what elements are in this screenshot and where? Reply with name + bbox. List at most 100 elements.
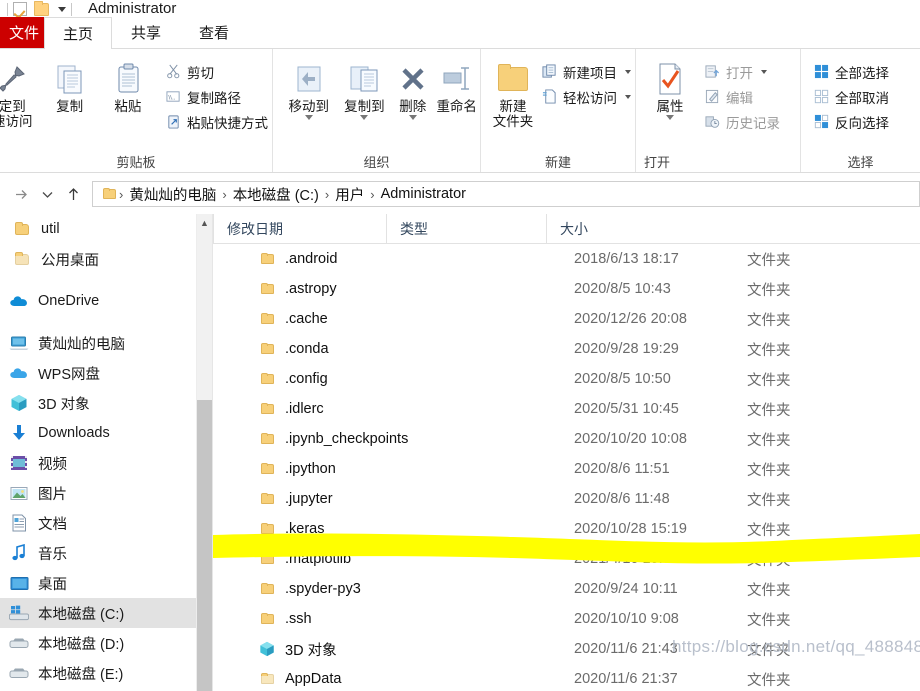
move-to-dropdown-icon[interactable]: [304, 115, 313, 120]
breadcrumb-item-3[interactable]: Administrator: [376, 186, 471, 202]
table-row[interactable]: .spyder-py3 2020/9/24 10:11 文件夹: [213, 574, 920, 604]
table-row[interactable]: .idlerc 2020/5/31 10:45 文件夹: [213, 394, 920, 424]
easy-access-dropdown-icon[interactable]: [625, 94, 631, 99]
open-button[interactable]: 打开: [700, 59, 784, 84]
forward-button[interactable]: [8, 181, 34, 207]
scrollbar-thumb[interactable]: [197, 400, 213, 691]
table-row[interactable]: .conda 2020/9/28 19:29 文件夹: [213, 334, 920, 364]
table-row[interactable]: .keras 2020/10/28 15:19 文件夹: [213, 514, 920, 544]
sidebar-item-local-disk-e[interactable]: 本地磁盘 (E:): [0, 658, 196, 688]
easy-access-button[interactable]: 轻松访问: [537, 84, 635, 109]
table-row[interactable]: .cache 2020/12/26 20:08 文件夹: [213, 304, 920, 334]
wps-cloud-icon: [9, 363, 29, 383]
folder-icon: [258, 340, 276, 358]
address-folder-icon: [103, 188, 116, 199]
up-button[interactable]: [60, 181, 86, 207]
delete-button[interactable]: 删除: [392, 57, 433, 120]
copy-path-button[interactable]: \\.. 复制路径: [161, 84, 272, 109]
easy-access-icon: [541, 88, 558, 105]
table-row[interactable]: .ipynb_checkpoints 2020/10/20 10:08 文件夹: [213, 424, 920, 454]
tab-home[interactable]: 主页: [44, 17, 113, 49]
sidebar-item-this-pc[interactable]: 黄灿灿的电脑: [0, 328, 196, 358]
folder-icon: [258, 580, 276, 598]
delete-dropdown-icon[interactable]: [408, 115, 417, 120]
file-name: 3D 对象: [285, 642, 337, 659]
properties-icon: [654, 59, 686, 99]
breadcrumb-item-0[interactable]: 黄灿灿的电脑: [124, 184, 221, 205]
delete-label: 删除: [399, 99, 427, 114]
file-list[interactable]: .android 2018/6/13 18:17 文件夹 .astropy 20…: [213, 244, 920, 691]
column-header-date[interactable]: 修改日期: [213, 213, 386, 244]
sidebar-item-desktop[interactable]: 桌面: [0, 568, 196, 598]
sidebar-item-wps-cloud[interactable]: WPS网盘: [0, 358, 196, 388]
paste-button[interactable]: 粘贴: [99, 57, 157, 114]
sidebar-item-util[interactable]: util: [0, 214, 196, 244]
file-type: 文件夹: [747, 312, 791, 329]
column-header-size[interactable]: 大小: [546, 213, 726, 244]
new-item-dropdown-icon[interactable]: [625, 69, 631, 74]
sidebar-item-label: 文档: [38, 516, 67, 533]
organize-group-label: 组织: [363, 155, 390, 170]
qat-divider-left: [7, 2, 8, 16]
customize-dropdown-icon[interactable]: [58, 6, 66, 12]
breadcrumb-item-1[interactable]: 本地磁盘 (C:): [228, 184, 324, 205]
copy-to-dropdown-icon[interactable]: [360, 115, 369, 120]
recent-locations-button[interactable]: [34, 181, 60, 207]
edit-button[interactable]: 编辑: [700, 84, 784, 109]
sidebar-item-local-disk-d[interactable]: 本地磁盘 (D:): [0, 628, 196, 658]
folder-icon: [258, 460, 276, 478]
scroll-up-icon[interactable]: ▲: [197, 214, 212, 231]
select-all-button[interactable]: 全部选择: [809, 59, 893, 84]
tab-share[interactable]: 共享: [112, 17, 180, 48]
sidebar-item-documents[interactable]: 文档: [0, 508, 196, 538]
sidebar-item-onedrive[interactable]: OneDrive: [0, 286, 196, 316]
table-row[interactable]: .jupyter 2020/8/6 11:48 文件夹: [213, 484, 920, 514]
open-dropdown-icon[interactable]: [761, 69, 767, 74]
select-none-button[interactable]: 全部取消: [809, 84, 893, 109]
scissors-icon: [165, 63, 182, 80]
pin-to-quick-access-button[interactable]: 定到 速访问: [0, 57, 39, 129]
table-row[interactable]: AppData 2020/11/6 21:37 文件夹: [213, 664, 920, 691]
invert-selection-label: 反向选择: [835, 115, 889, 131]
paste-shortcut-button[interactable]: 粘贴快捷方式: [161, 109, 272, 134]
breadcrumb-item-2[interactable]: 用户: [330, 184, 369, 205]
breadcrumb[interactable]: › 黄灿灿的电脑 › 本地磁盘 (C:) › 用户 › Administrato…: [92, 181, 920, 207]
table-row[interactable]: .matplotlib 2021/4/10 15:35 文件夹: [213, 544, 920, 574]
tab-file[interactable]: 文件: [0, 17, 44, 48]
history-button[interactable]: 历史记录: [700, 109, 784, 134]
file-type: 文件夹: [747, 282, 791, 299]
copy-button[interactable]: 复制: [41, 57, 99, 114]
navigation-pane[interactable]: util 公用桌面 OneDrive 黄灿灿的电脑 WPS网盘 3D 对象 Do…: [0, 214, 196, 691]
copy-label: 复制: [56, 99, 84, 114]
history-icon: [704, 113, 721, 130]
sidebar-item-music[interactable]: 音乐: [0, 538, 196, 568]
new-folder-button[interactable]: 新建 文件夹: [491, 57, 535, 129]
ribbon-group-open: 属性 打开 编辑 历史记录 打开: [635, 49, 800, 172]
table-row[interactable]: .astropy 2020/8/5 10:43 文件夹: [213, 274, 920, 304]
move-to-button[interactable]: 移动到: [281, 57, 337, 120]
table-row[interactable]: .ssh 2020/10/10 9:08 文件夹: [213, 604, 920, 634]
properties-dropdown-icon[interactable]: [666, 115, 674, 120]
tab-view[interactable]: 查看: [180, 17, 248, 48]
check-icon[interactable]: [13, 2, 27, 16]
new-item-button[interactable]: 新建项目: [537, 59, 635, 84]
sidebar-item-videos[interactable]: 视频: [0, 448, 196, 478]
copy-to-button[interactable]: 复制到: [337, 57, 393, 120]
table-row[interactable]: .ipython 2020/8/6 11:51 文件夹: [213, 454, 920, 484]
folder-icon[interactable]: [34, 0, 49, 16]
sidebar-item-public-desktop[interactable]: 公用桌面: [0, 244, 196, 274]
cut-button[interactable]: 剪切: [161, 59, 272, 84]
sidebar-item-3d-objects[interactable]: 3D 对象: [0, 388, 196, 418]
column-header-type[interactable]: 类型: [386, 213, 546, 244]
table-row[interactable]: .config 2020/8/5 10:50 文件夹: [213, 364, 920, 394]
navigation-pane-scrollbar[interactable]: ▲: [196, 214, 213, 691]
invert-selection-button[interactable]: 反向选择: [809, 109, 893, 134]
rename-button[interactable]: 重命名: [433, 57, 480, 114]
properties-button[interactable]: 属性: [644, 57, 696, 120]
sidebar-item-pictures[interactable]: 图片: [0, 478, 196, 508]
table-row[interactable]: .android 2018/6/13 18:17 文件夹: [213, 244, 920, 274]
new-folder-label-line1: 新建: [499, 99, 527, 114]
sidebar-item-local-disk-c[interactable]: 本地磁盘 (C:): [0, 598, 196, 628]
documents-icon: [9, 513, 29, 533]
sidebar-item-downloads[interactable]: Downloads: [0, 418, 196, 448]
